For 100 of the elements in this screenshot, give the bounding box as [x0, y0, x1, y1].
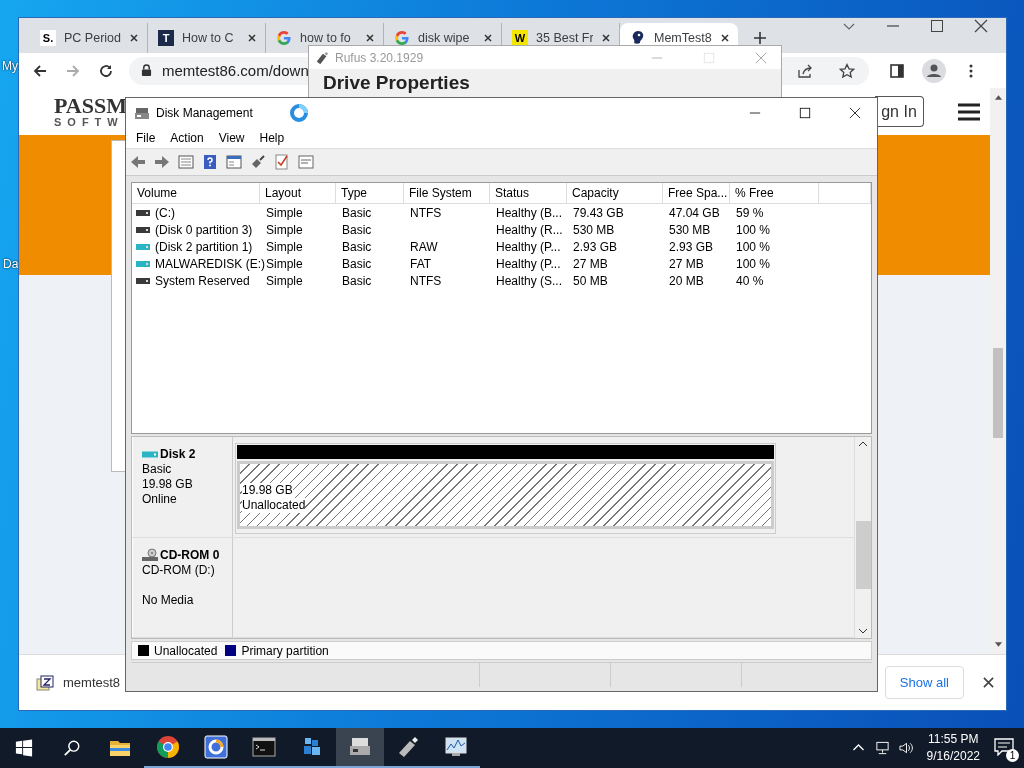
- menu-item[interactable]: Action: [170, 131, 204, 145]
- scrollbar-thumb[interactable]: [855, 521, 871, 589]
- table-cell: 100 %: [736, 239, 771, 254]
- table-cell: Healthy (P...: [496, 256, 561, 271]
- share-icon[interactable]: [797, 62, 813, 79]
- legend-label: Primary partition: [241, 643, 329, 658]
- scroll-up-icon[interactable]: [858, 441, 868, 447]
- close-tab-icon[interactable]: [365, 33, 375, 43]
- partition-size: 19.98 GB: [242, 483, 293, 498]
- volume-name: (Disk 2 partition 1): [155, 239, 253, 254]
- table-cell: 50 MB: [573, 273, 608, 288]
- maximize-icon[interactable]: [799, 107, 811, 119]
- close-icon[interactable]: [974, 19, 988, 33]
- scrollbar[interactable]: [854, 437, 871, 638]
- close-tab-icon[interactable]: [720, 33, 730, 43]
- show-all-button[interactable]: Show all: [884, 666, 964, 699]
- help-icon[interactable]: [202, 154, 218, 170]
- menu-item[interactable]: Help: [259, 131, 285, 145]
- bookmark-star-icon[interactable]: [839, 62, 855, 79]
- reload-icon[interactable]: [98, 62, 114, 79]
- google-icon: [394, 30, 410, 46]
- clock[interactable]: 11:55 PM 9/16/2022: [926, 731, 980, 765]
- back-icon[interactable]: [32, 62, 48, 79]
- menu-item[interactable]: File: [136, 131, 156, 145]
- column-header[interactable]: Volume: [132, 183, 260, 203]
- table-cell: NTFS: [410, 273, 442, 288]
- menu-item[interactable]: View: [218, 131, 245, 145]
- disk-detail: Basic: [142, 462, 173, 477]
- volume-name: (C:): [155, 205, 175, 220]
- column-header[interactable]: File System: [404, 183, 490, 203]
- profile-icon[interactable]: [922, 58, 946, 83]
- scroll-up-icon[interactable]: [993, 94, 1003, 100]
- memtest-logo-icon: [630, 30, 646, 46]
- terminal-icon: [252, 735, 276, 759]
- disk-detail: CD-ROM (D:): [142, 562, 216, 578]
- forward-icon[interactable]: [154, 154, 170, 170]
- sign-in-button[interactable]: gn In: [875, 96, 924, 127]
- desktop-icon-label: Da: [3, 257, 19, 271]
- menu-icon[interactable]: [957, 101, 981, 122]
- column-header[interactable]: % Free: [730, 183, 819, 203]
- scrollbar-thumb[interactable]: [993, 348, 1003, 438]
- table-cell: 2.93 GB: [573, 239, 618, 254]
- legend-label: Unallocated: [154, 643, 218, 658]
- tab-title: How to C: [182, 31, 235, 45]
- side-panel-icon[interactable]: [889, 62, 905, 79]
- start-icon[interactable]: [15, 739, 33, 757]
- table-cell: 27 MB: [573, 256, 608, 271]
- taskbar-app[interactable]: [336, 728, 384, 768]
- column-header[interactable]: Free Spa...: [663, 183, 730, 203]
- close-tab-icon[interactable]: [601, 33, 611, 43]
- close-tab-icon[interactable]: [247, 33, 257, 43]
- volume-icon[interactable]: [898, 741, 914, 755]
- connect-icon[interactable]: [250, 154, 266, 170]
- table-cell: Simple: [266, 256, 303, 271]
- column-header[interactable]: Layout: [260, 183, 336, 203]
- checklist-icon[interactable]: [274, 154, 290, 170]
- notification-count: 1: [1006, 749, 1019, 762]
- scroll-down-icon[interactable]: [858, 628, 868, 634]
- close-icon[interactable]: [849, 107, 861, 119]
- cd-drive-icon: [142, 548, 158, 562]
- disk-name: Disk 2: [160, 447, 196, 462]
- tab-title: PC Period: [64, 31, 121, 45]
- partition-label: Unallocated: [242, 498, 306, 513]
- search-icon[interactable]: [63, 739, 81, 757]
- disk-info-panel[interactable]: Disk 2 Basic 19.98 GB Online: [132, 437, 233, 537]
- table-cell: Basic: [342, 256, 372, 271]
- table-cell: RAW: [410, 239, 438, 254]
- tab-title: 35 Best Fr: [536, 31, 593, 45]
- download-item[interactable]: memtest8: [63, 675, 121, 690]
- close-tab-icon[interactable]: [129, 33, 139, 43]
- close-tab-icon[interactable]: [483, 33, 493, 43]
- lock-icon: [141, 64, 152, 77]
- favicon: T: [158, 30, 174, 46]
- disk-name: CD-ROM 0: [160, 547, 220, 563]
- table-cell: Basic: [342, 205, 372, 220]
- table-cell: 79.43 GB: [573, 205, 624, 220]
- column-header[interactable]: Status: [490, 183, 567, 203]
- new-tab-icon[interactable]: [753, 31, 767, 45]
- properties-icon[interactable]: [226, 154, 242, 170]
- zip-file-icon: [36, 674, 54, 691]
- table-cell: 20 MB: [669, 273, 704, 288]
- list-view-icon[interactable]: [178, 154, 194, 170]
- maximize-icon[interactable]: [930, 19, 944, 33]
- table-cell: Simple: [266, 273, 303, 288]
- site-logo[interactable]: PASSM SOFTW: [54, 95, 127, 128]
- column-header[interactable]: Type: [336, 183, 404, 203]
- scrollbar[interactable]: [990, 88, 1006, 654]
- table-cell: 100 %: [736, 222, 771, 237]
- scroll-down-icon[interactable]: [993, 642, 1003, 648]
- column-header[interactable]: Capacity: [567, 183, 663, 203]
- table-cell: 40 %: [736, 273, 764, 288]
- disk-info-panel[interactable]: CD-ROM 0 CD-ROM (D:) No Media: [132, 537, 233, 637]
- table-cell: Basic: [342, 273, 372, 288]
- table-cell: Basic: [342, 239, 372, 254]
- tab-title: MemTest8: [654, 31, 712, 45]
- close-icon[interactable]: [983, 677, 994, 688]
- network-icon[interactable]: [874, 741, 890, 755]
- tab-title: how to fo: [300, 31, 352, 45]
- partition-block[interactable]: 19.98 GB Unallocated: [235, 443, 776, 534]
- section-heading: Drive Properties: [323, 72, 470, 93]
